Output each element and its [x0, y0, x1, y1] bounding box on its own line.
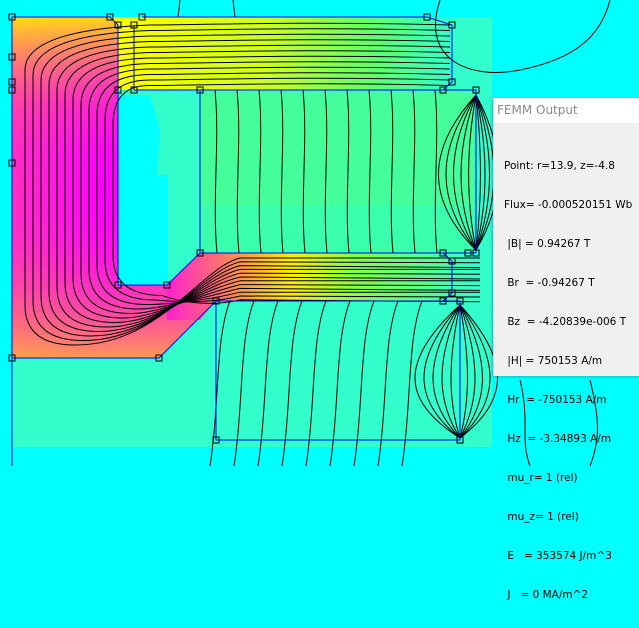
- output-line-point: Point: r=13.9, z=-4.8: [504, 160, 615, 172]
- flux-line: [177, 0, 181, 18]
- output-line-hz: Hz = -3.34893 A/m: [504, 433, 612, 445]
- region-fills: [12, 17, 492, 447]
- output-line-bz: Bz = -4.20839e-006 T: [504, 316, 627, 328]
- output-line-mu-r: mu_r= 1 (rel): [504, 472, 578, 484]
- output-window-title[interactable]: FEMM Output: [494, 98, 639, 123]
- output-line-current-density: J = 0 MA/m^2: [504, 589, 589, 601]
- output-line-mu-z: mu_z= 1 (rel): [504, 511, 579, 523]
- air-gap-cyan: [118, 175, 168, 285]
- output-line-hr: Hr = -750153 A/m: [504, 394, 607, 406]
- output-line-flux: Flux= -0.000520151 Wb: [504, 199, 633, 211]
- output-line-h-magnitude: |H| = 750153 A/m: [504, 355, 603, 367]
- output-line-br: Br = -0.94267 T: [504, 277, 595, 289]
- magnet-lower-shade: [200, 205, 476, 253]
- output-line-b-magnitude: |B| = 0.94267 T: [504, 238, 591, 250]
- femm-output-window[interactable]: FEMM Output Point: r=13.9, z=-4.8 Flux= …: [493, 98, 639, 601]
- output-values: Point: r=13.9, z=-4.8 Flux= -0.000520151…: [494, 123, 639, 628]
- flux-line: [232, 0, 236, 18]
- output-line-energy: E = 353574 J/m^3: [504, 550, 612, 562]
